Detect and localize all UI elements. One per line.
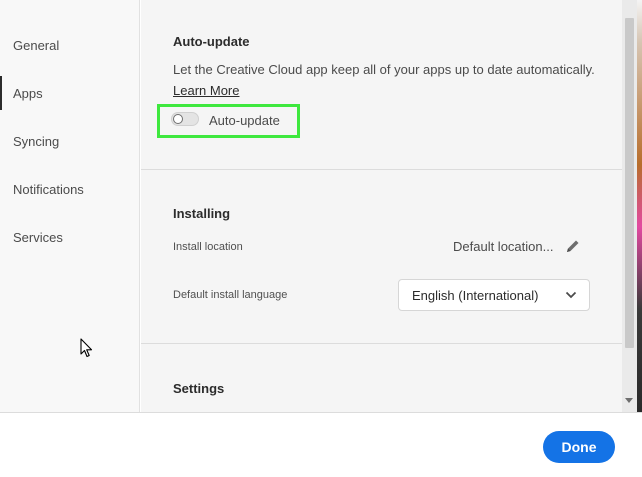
install-language-select[interactable]: English (International) bbox=[398, 279, 590, 311]
pencil-icon[interactable] bbox=[565, 238, 581, 254]
auto-update-toggle[interactable] bbox=[171, 112, 199, 126]
toggle-knob bbox=[173, 114, 183, 124]
install-location-value: Default location... bbox=[453, 239, 554, 254]
settings-sidebar: General Apps Syncing Notifications Servi… bbox=[0, 0, 140, 412]
dialog-footer: Done bbox=[0, 412, 642, 477]
apps-settings-panel: Auto-update Let the Creative Cloud app k… bbox=[141, 0, 622, 412]
auto-update-description: Let the Creative Cloud app keep all of y… bbox=[173, 62, 595, 77]
active-indicator bbox=[0, 76, 2, 110]
done-button[interactable]: Done bbox=[543, 431, 615, 463]
sidebar-item-notifications[interactable]: Notifications bbox=[13, 182, 84, 197]
mouse-cursor-icon bbox=[80, 338, 93, 358]
install-location-label: Install location bbox=[173, 241, 243, 253]
sidebar-item-apps[interactable]: Apps bbox=[13, 86, 43, 101]
learn-more-link[interactable]: Learn More bbox=[173, 83, 239, 98]
install-language-value: English (International) bbox=[412, 288, 539, 303]
section-divider bbox=[141, 343, 622, 344]
scrollbar-thumb[interactable] bbox=[625, 18, 634, 348]
section-divider bbox=[141, 169, 622, 170]
auto-update-heading: Auto-update bbox=[173, 34, 250, 49]
sidebar-item-syncing[interactable]: Syncing bbox=[13, 134, 59, 149]
sidebar-item-services[interactable]: Services bbox=[13, 230, 63, 245]
installing-heading: Installing bbox=[173, 206, 231, 221]
background-window-edge bbox=[637, 0, 642, 412]
scroll-down-arrow-icon[interactable] bbox=[625, 398, 633, 403]
auto-update-toggle-label: Auto-update bbox=[209, 113, 280, 128]
sidebar-item-general[interactable]: General bbox=[13, 38, 59, 53]
chevron-down-icon bbox=[565, 291, 577, 299]
vertical-scrollbar[interactable] bbox=[622, 0, 637, 412]
settings-heading: Settings bbox=[173, 381, 225, 396]
install-language-label: Default install language bbox=[173, 289, 288, 301]
